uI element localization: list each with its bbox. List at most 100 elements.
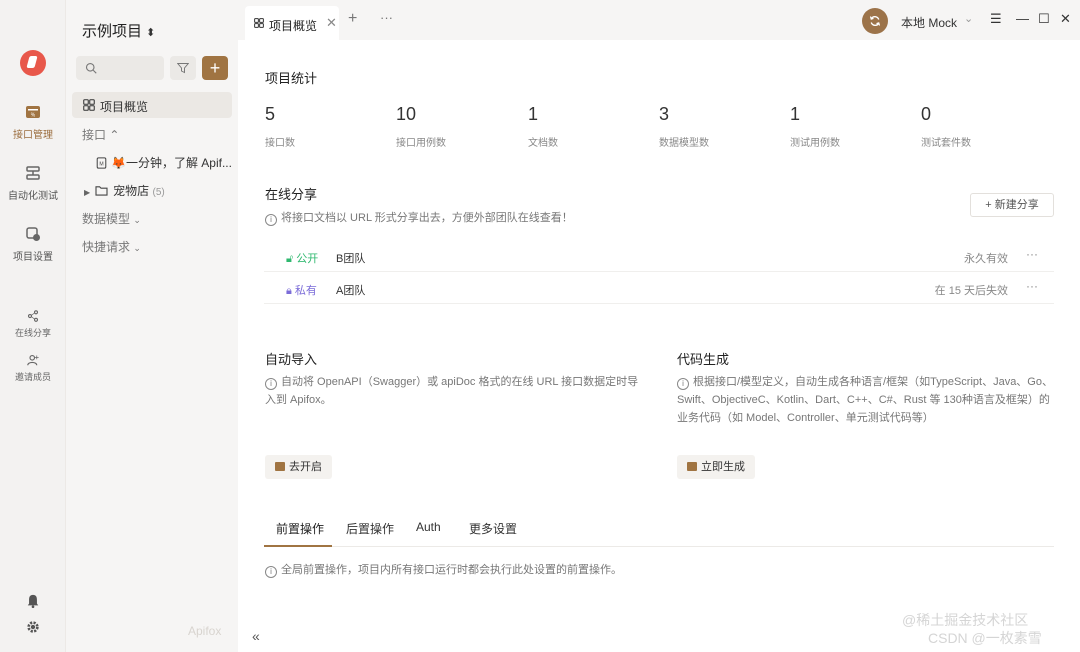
share-expiry: 永久有效 xyxy=(964,253,1008,265)
info-icon: i xyxy=(265,214,277,226)
automation-test-icon xyxy=(26,166,40,180)
lock-icon: 🔒︎ xyxy=(286,285,292,297)
add-button[interactable]: + xyxy=(202,56,228,80)
stat-label: 测试用例数 xyxy=(790,138,840,149)
rail-item-project-settings[interactable]: 项目设置 xyxy=(0,226,66,263)
grid-icon xyxy=(83,99,95,111)
section-label: 接口 xyxy=(82,128,107,142)
maximize-icon[interactable]: ☐ xyxy=(1038,11,1050,27)
search-icon xyxy=(85,62,97,74)
filter-button[interactable] xyxy=(170,56,196,80)
rail-item-invite[interactable]: 邀请成员 xyxy=(0,354,66,383)
share-expiry: 在 15 天后失效 xyxy=(934,285,1008,297)
rail-label: 接口管理 xyxy=(13,130,53,141)
hint-text: 将接口文档以 URL 形式分享出去，方便外部团队在线查看！ xyxy=(281,212,573,224)
search-input[interactable] xyxy=(76,56,164,80)
public-tag: 🔓︎ 公开 xyxy=(286,250,318,266)
apifox-logo-icon xyxy=(20,50,46,76)
tag-label: 公开 xyxy=(296,253,319,265)
info-icon: i xyxy=(265,566,277,578)
svg-text:M: M xyxy=(99,162,103,168)
bell-icon[interactable] xyxy=(26,594,40,608)
tab-post-operation[interactable]: 后置操作 xyxy=(346,520,394,537)
project-selector[interactable]: 示例项目 ⬍ xyxy=(82,20,155,41)
hamburger-menu-icon[interactable]: ☰ xyxy=(990,11,1002,27)
rail-label: 在线分享 xyxy=(14,328,51,338)
share-row[interactable]: 🔒︎ 私有 A团队 在 15 天后失效 ··· xyxy=(264,274,1054,304)
sidebar-section-models[interactable]: 数据模型 ⌄ xyxy=(82,210,141,227)
stat-value: 1 xyxy=(528,104,539,124)
mock-sync-icon[interactable] xyxy=(862,8,888,34)
unlock-icon: 🔓︎ xyxy=(286,253,294,265)
more-tabs-icon[interactable]: ··· xyxy=(380,10,393,25)
rail-label: 邀请成员 xyxy=(14,372,51,382)
plus-icon: + xyxy=(209,58,221,78)
tab-more-settings[interactable]: 更多设置 xyxy=(469,520,517,537)
stat-value: 10 xyxy=(396,104,417,124)
rail-label: 项目设置 xyxy=(13,252,53,263)
stat-value: 0 xyxy=(921,104,932,124)
sidebar-item-label: 项目概览 xyxy=(100,100,149,114)
chevron-up-icon: ⌃ xyxy=(109,128,120,142)
rail-item-automation-test[interactable]: 自动化测试 xyxy=(0,165,66,202)
import-title: 自动导入 xyxy=(265,352,318,367)
sidebar-section-api[interactable]: 接口 ⌃ xyxy=(82,126,119,143)
chevron-up-down-icon: ⬍ xyxy=(146,27,156,39)
rail-item-share[interactable]: 在线分享 xyxy=(0,310,66,339)
close-window-icon[interactable]: ✕ xyxy=(1060,11,1071,27)
stat-value: 5 xyxy=(265,104,276,124)
minimize-icon[interactable]: — xyxy=(1016,11,1029,26)
hint-text: 根据接口/模型定义，自动生成各种语言/框架（如TypeScript、Java、G… xyxy=(677,376,1053,424)
close-icon[interactable]: ✕ xyxy=(326,15,337,31)
gear-icon[interactable] xyxy=(26,620,40,634)
tab-overview[interactable]: 项目概览 ✕ xyxy=(245,6,339,40)
chevron-down-icon[interactable]: ⌄ xyxy=(964,12,973,25)
share-row[interactable]: 🔓︎ 公开 B团队 永久有效 ··· xyxy=(264,242,1054,272)
caret-right-icon: ▶ xyxy=(84,188,91,197)
more-icon[interactable]: ··· xyxy=(1026,279,1038,293)
tab-pre-operation[interactable]: 前置操作 xyxy=(276,520,324,537)
enable-import-button[interactable]: 去开启 xyxy=(265,455,332,479)
generate-code-button[interactable]: 立即生成 xyxy=(677,455,755,479)
apifox-wordmark: Apifox xyxy=(188,624,222,638)
chevron-down-icon: ⌄ xyxy=(133,243,141,253)
stats-title: 项目统计 xyxy=(265,71,318,86)
button-label: 去开启 xyxy=(289,461,322,473)
share-name: B团队 xyxy=(336,253,366,265)
new-share-button[interactable]: + 新建分享 xyxy=(970,193,1054,217)
stat-label: 接口用例数 xyxy=(396,138,446,149)
sidebar-section-quick[interactable]: 快捷请求 ⌄ xyxy=(82,238,141,255)
plus-icon: + xyxy=(985,199,992,211)
top-bar: 项目概览 ✕ + ··· 本地 Mock ⌄ ☰ — ☐ ✕ xyxy=(238,0,1080,40)
rail-label: 自动化测试 xyxy=(8,191,58,202)
markdown-doc-icon: M xyxy=(96,157,107,169)
more-icon[interactable]: ··· xyxy=(1026,247,1038,261)
watermark-csdn: CSDN @一枚素雪 xyxy=(928,630,1042,646)
api-item-label: 🦊一分钟，了解 Apif... xyxy=(111,156,232,170)
folder-icon xyxy=(95,186,108,196)
hint-text: 全局前置操作，项目内所有接口运行时都会执行此处设置的前置操作。 xyxy=(281,564,622,576)
sidebar-item-overview[interactable]: 项目概览 xyxy=(72,92,232,118)
filter-icon xyxy=(177,63,189,74)
stat-label: 文档数 xyxy=(528,138,558,149)
button-label: 新建分享 xyxy=(994,199,1039,211)
hint-text: 自动将 OpenAPI（Swagger）或 apiDoc 格式的在线 URL 接… xyxy=(265,376,639,406)
sidebar-folder-petstore[interactable]: ▶ 宠物店 (5) xyxy=(84,182,165,199)
project-settings-icon xyxy=(26,227,40,241)
sidebar-item-api[interactable]: M 🦊一分钟，了解 Apif... xyxy=(96,154,232,171)
active-tab-indicator xyxy=(264,545,332,547)
rail-item-api-management[interactable]: % 接口管理 xyxy=(0,104,66,141)
pre-operation-hint: i 全局前置操作，项目内所有接口运行时都会执行此处设置的前置操作。 xyxy=(265,561,622,579)
private-tag: 🔒︎ 私有 xyxy=(286,282,317,298)
grid-icon xyxy=(254,18,264,28)
section-label: 快捷请求 xyxy=(82,240,131,254)
collapse-sidebar-icon[interactable]: « xyxy=(252,628,260,644)
terminal-icon xyxy=(687,462,697,471)
tab-auth[interactable]: Auth xyxy=(416,520,441,534)
import-icon xyxy=(275,462,285,471)
environment-select[interactable]: 本地 Mock xyxy=(901,14,957,31)
codegen-title: 代码生成 xyxy=(677,352,730,367)
import-hint: i 自动将 OpenAPI（Swagger）或 apiDoc 格式的在线 URL … xyxy=(265,373,645,409)
tab-label: 项目概览 xyxy=(269,19,318,33)
new-tab-button[interactable]: + xyxy=(348,10,357,28)
